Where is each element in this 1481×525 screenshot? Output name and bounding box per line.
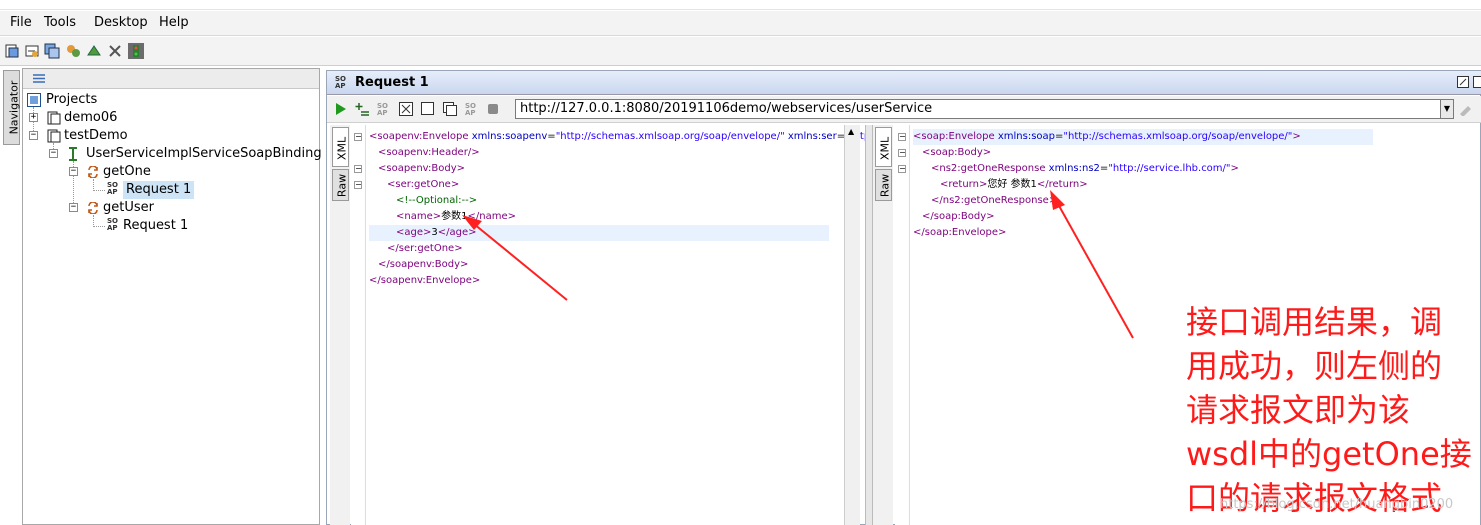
annotation-line: 接口调用结果，调 <box>1186 303 1443 341</box>
watermark: https://blog.csdn.net/huangbin0200 <box>1220 497 1454 512</box>
annotation-text: 接口调用结果，调 用成功，则左侧的 请求报文即为该 wsdl中的getOne接 … <box>1186 300 1481 520</box>
annotation-line: 请求报文即为该 <box>1186 391 1411 429</box>
annotation-line: 用成功，则左侧的 <box>1186 347 1443 385</box>
annotation-line: wsdl中的getOne接 <box>1186 435 1472 473</box>
